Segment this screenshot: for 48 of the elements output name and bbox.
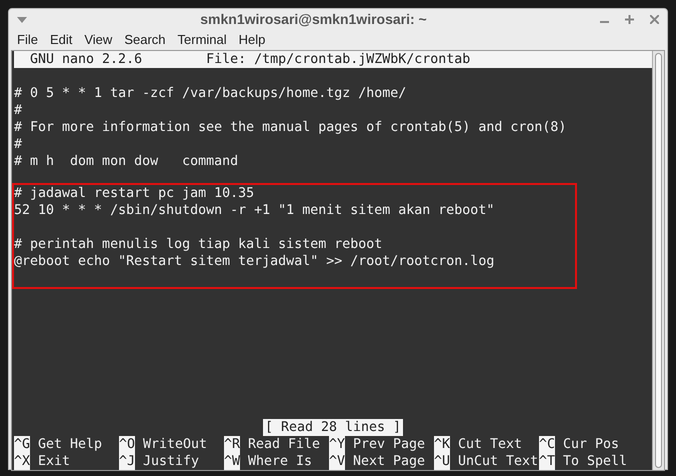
- shortcut-label: WriteOut: [142, 436, 208, 452]
- menu-item[interactable]: Terminal: [178, 30, 227, 50]
- shortcut-key: ^V: [329, 452, 346, 470]
- window-title: smkn1wirosari@smkn1wirosari: ~: [199, 10, 428, 29]
- dropdown-icon[interactable]: [17, 16, 27, 22]
- shortcut-key: ^G: [14, 436, 30, 452]
- code-line: # 0 5 * * 1 tar -zcf /var/backups/home.tgz /home/: [14, 86, 406, 100]
- shortcut-key: ^J: [119, 452, 136, 470]
- status-message: [ Read 28 lines ]: [262, 418, 404, 436]
- shortcut-key: ^U: [434, 452, 450, 470]
- code-line: # perintah menulis log tiap kali sistem reboot: [14, 236, 382, 252]
- shortcut-label: Cur Pos: [562, 436, 620, 452]
- shortcut-label: To Spell: [562, 452, 628, 470]
- shortcut-label: Prev Page: [352, 436, 426, 452]
- scrollbar[interactable]: [652, 50, 664, 470]
- shortcut-key: ^R: [224, 436, 240, 452]
- file-label: File: /tmp/crontab.jWZWbK/crontab: [206, 50, 470, 68]
- code-line: # m h dom mon dow command: [14, 154, 238, 168]
- shortcut-label: Cut Text: [457, 436, 522, 452]
- menu-item[interactable]: Help: [238, 30, 266, 50]
- code-line: 52 10 * * * /sbin/shutdown -r +1 "1 menit sitem akan reboot": [14, 202, 494, 218]
- maximize-icon[interactable]: [625, 15, 634, 24]
- code-line: #: [14, 102, 22, 118]
- shortcut-label: Justify: [142, 452, 200, 470]
- code-line: # For more information see the manual pages of crontab(5) and cron(8): [14, 120, 566, 134]
- menu-item[interactable]: File: [17, 30, 38, 50]
- shortcut-label: UnCut Text: [457, 452, 538, 470]
- menu-item[interactable]: Edit: [50, 30, 72, 50]
- shortcut-key: ^W: [224, 452, 240, 470]
- shortcut-label: Where Is: [247, 452, 312, 470]
- shortcut-key: ^X: [14, 452, 30, 470]
- shortcut-label: Exit: [37, 452, 70, 470]
- code-line: #: [14, 136, 22, 152]
- code-line: @reboot echo "Restart sitem terjadwal" >> /root/rootcron.log: [14, 254, 494, 268]
- code-line: # jadawal restart pc jam 10.35: [14, 186, 254, 200]
- shortcut-key: ^C: [539, 436, 556, 452]
- scrollbar-thumb[interactable]: [655, 52, 662, 468]
- shortcut-label: Read File: [247, 436, 320, 452]
- shortcut-key: ^T: [539, 452, 556, 470]
- shortcut-label: Get Help: [37, 436, 102, 452]
- menu-item[interactable]: View: [84, 30, 112, 50]
- shortcut-key: ^Y: [329, 436, 346, 452]
- close-icon[interactable]: [650, 15, 659, 24]
- menu-item[interactable]: Search: [124, 30, 166, 50]
- shortcut-key: ^K: [434, 436, 450, 452]
- shortcut-key: ^O: [119, 436, 136, 452]
- version-label: GNU nano 2.2.6: [29, 50, 144, 68]
- shortcut-label: Next Page: [352, 452, 426, 470]
